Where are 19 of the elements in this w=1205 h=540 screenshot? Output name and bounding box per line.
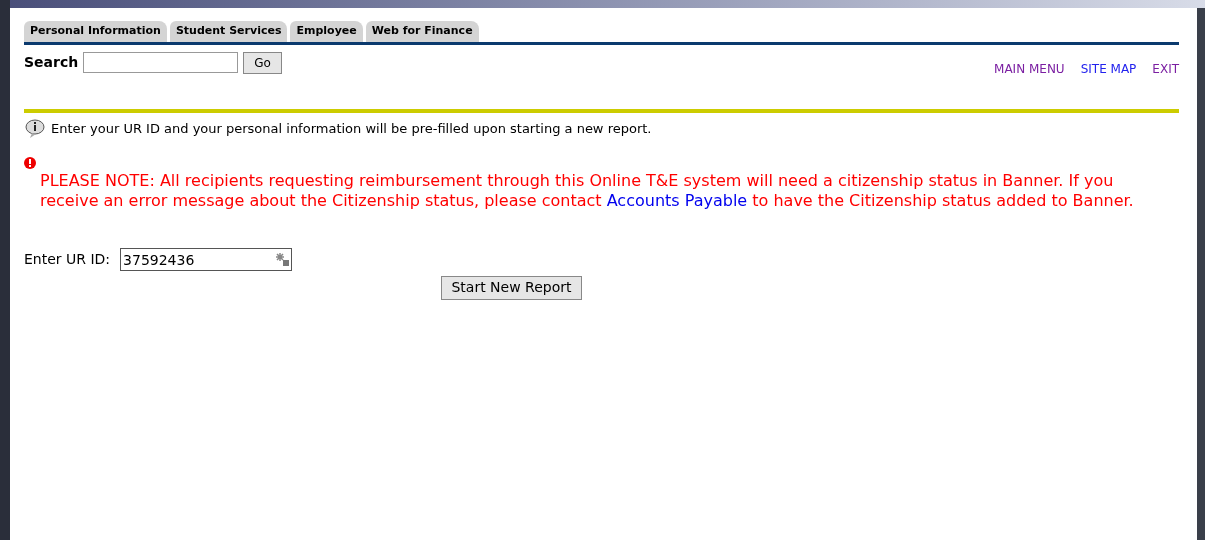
start-new-report-button[interactable]: Start New Report (441, 275, 582, 300)
ur-id-field[interactable]: 37592436 (120, 248, 293, 271)
go-button[interactable]: Go (243, 51, 282, 74)
nav-tab[interactable]: Student Services (169, 21, 288, 42)
search-field[interactable] (83, 52, 239, 73)
search-label: Search (24, 53, 79, 72)
nav-link[interactable]: MAIN MENU (994, 59, 1065, 78)
warning-icon (24, 156, 36, 169)
nav-tab[interactable]: Employee (290, 21, 363, 42)
nav-link[interactable]: SITE MAP (1080, 59, 1137, 78)
info-bubble-icon (24, 118, 46, 139)
accounts-payable-link[interactable]: Accounts Payable (606, 190, 748, 210)
ur-id-label: Enter UR ID: (24, 250, 111, 269)
info-message: Enter your UR ID and your personal information will be pre-filled upon starting a new report. (51, 119, 652, 138)
nav-tab[interactable]: Personal Information (24, 21, 167, 42)
nav-link[interactable]: EXIT (1152, 59, 1179, 78)
nav-tab[interactable]: Web for Finance (365, 21, 479, 42)
warning-message: PLEASE NOTE: All recipients requesting reimbursement through this Online T&E system will need a citizenship status in Banner. If you receive an error message about the Citizenship status, please contact Accounts Payable to have the Citizenship status added to Banner. (40, 170, 1135, 211)
autofill-icon (275, 251, 290, 266)
